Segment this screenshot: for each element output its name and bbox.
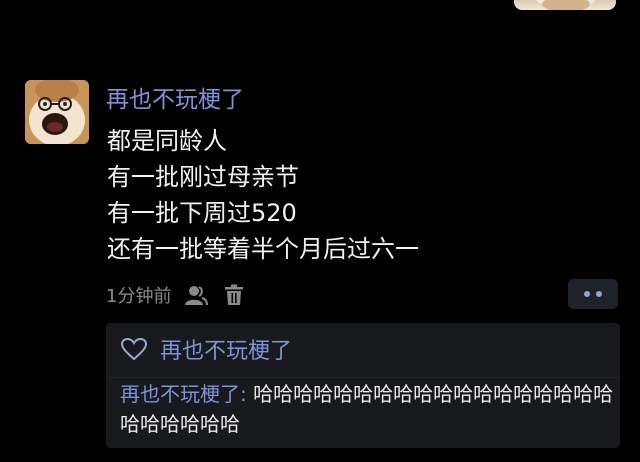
reply-item[interactable]: 再也不玩梗了: 哈哈哈哈哈哈哈哈哈哈哈哈哈哈哈哈哈哈哈哈哈哈哈哈 xyxy=(120,379,620,439)
comment-meta: 1分钟前 xyxy=(106,281,247,309)
dog-face-image xyxy=(25,80,89,144)
previous-comment-avatar[interactable] xyxy=(514,0,616,10)
avatar[interactable] xyxy=(25,80,89,144)
comment-line: 都是同龄人 xyxy=(107,127,227,155)
user-icon[interactable] xyxy=(183,282,209,308)
reply-separator: : xyxy=(240,382,254,406)
heart-outline-icon[interactable] xyxy=(120,337,148,361)
more-dots-icon xyxy=(584,291,602,297)
likes-row: 再也不玩梗了 xyxy=(120,333,292,365)
liker-name[interactable]: 再也不玩梗了 xyxy=(160,333,292,365)
reply-panel: 再也不玩梗了 再也不玩梗了: 哈哈哈哈哈哈哈哈哈哈哈哈哈哈哈哈哈哈哈哈哈哈哈哈 xyxy=(106,323,620,448)
comment-line: 还有一批等着半个月后过六一 xyxy=(107,235,419,263)
more-button[interactable] xyxy=(568,279,618,309)
comment-content: 都是同龄人 有一批刚过母亲节 有一批下周过520 还有一批等着半个月后过六一 xyxy=(107,123,419,267)
reply-author[interactable]: 再也不玩梗了 xyxy=(120,382,240,406)
divider xyxy=(106,377,620,378)
comment-username[interactable]: 再也不玩梗了 xyxy=(106,86,244,114)
dog-face-image xyxy=(535,0,597,10)
comment-time: 1分钟前 xyxy=(106,286,172,307)
comment-line: 有一批下周过520 xyxy=(107,199,297,227)
comment-line: 有一批刚过母亲节 xyxy=(107,163,299,191)
trash-icon[interactable] xyxy=(221,282,247,308)
